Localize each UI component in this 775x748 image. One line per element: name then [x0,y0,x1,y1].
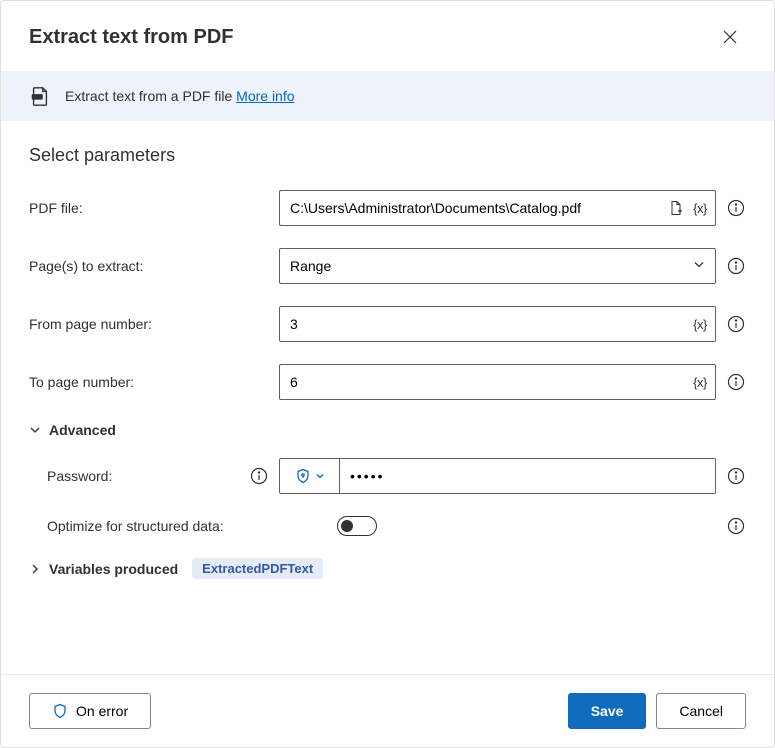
pdf-file-label: PDF file: [29,200,269,216]
to-page-info[interactable] [726,372,746,392]
save-button[interactable]: Save [568,693,647,729]
pages-info[interactable] [726,256,746,276]
banner-text: Extract text from a PDF file [65,88,232,104]
variables-label: Variables produced [49,561,178,577]
password-input[interactable] [340,459,715,493]
to-page-input[interactable] [279,364,716,400]
chevron-down-icon [29,424,41,436]
info-icon [727,257,745,275]
more-info-link[interactable]: More info [236,88,294,104]
file-icon [668,200,684,216]
to-page-label: To page number: [29,374,269,390]
cancel-button[interactable]: Cancel [656,693,746,729]
variable-picker-button[interactable]: {x} [690,314,710,334]
advanced-label: Advanced [49,422,116,438]
shield-icon [295,468,311,484]
pdf-icon: PDF [29,85,51,107]
info-icon [727,373,745,391]
variables-expander[interactable]: Variables produced ExtractedPDFText [29,558,746,579]
svg-text:PDF: PDF [33,94,42,99]
pages-select[interactable]: Range [279,248,716,284]
from-page-input[interactable] [279,306,716,342]
from-page-label: From page number: [29,316,269,332]
variable-picker-button[interactable]: {x} [690,372,710,392]
file-picker-button[interactable] [666,198,686,218]
pdf-file-info[interactable] [726,198,746,218]
info-icon [727,517,745,535]
dialog-title: Extract text from PDF [29,26,234,49]
close-icon [723,30,737,44]
optimize-label: Optimize for structured data: [47,518,327,534]
on-error-button[interactable]: On error [29,693,151,729]
password-label: Password: [47,468,241,484]
info-icon [727,199,745,217]
from-page-info[interactable] [726,314,746,334]
password-info-left[interactable] [249,466,269,486]
optimize-info[interactable] [726,516,746,536]
shield-icon [52,703,68,719]
info-icon [250,467,268,485]
password-info[interactable] [726,466,746,486]
variable-picker-button[interactable]: {x} [690,198,710,218]
pdf-file-input[interactable] [279,190,716,226]
advanced-expander[interactable]: Advanced [29,422,746,438]
chevron-right-icon [29,563,41,575]
variable-chip[interactable]: ExtractedPDFText [192,558,323,579]
close-button[interactable] [714,21,746,53]
info-icon [727,467,745,485]
optimize-toggle[interactable] [337,516,377,536]
password-mode-button[interactable] [280,459,340,493]
chevron-down-icon [315,471,325,481]
pages-label: Page(s) to extract: [29,258,269,274]
info-icon [727,315,745,333]
section-title: Select parameters [29,145,746,166]
info-banner: PDF Extract text from a PDF file More in… [1,71,774,121]
